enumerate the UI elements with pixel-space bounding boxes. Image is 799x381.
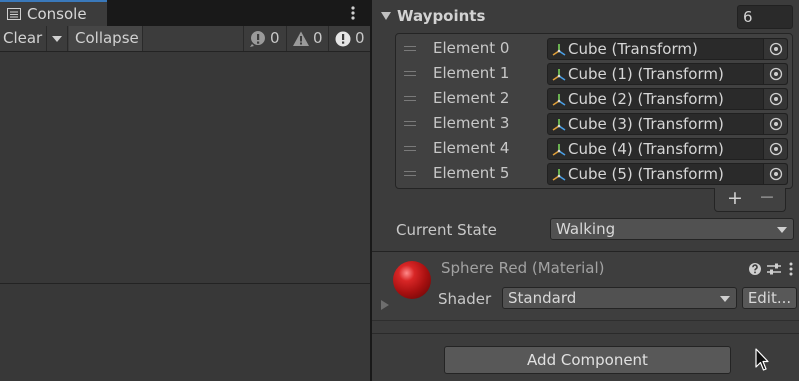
section-divider: [372, 320, 799, 321]
shader-label: Shader: [438, 290, 492, 308]
waypoint-object-value: Cube (2) (Transform): [568, 90, 724, 108]
object-picker-icon: [769, 42, 783, 56]
waypoint-element-label: Element 3: [433, 114, 510, 132]
object-picker-button[interactable]: [763, 89, 787, 109]
object-picker-button[interactable]: [763, 114, 787, 134]
edit-shader-button[interactable]: Edit...: [742, 287, 797, 309]
transform-axes-icon: [552, 69, 566, 81]
transform-axes-icon: [552, 94, 566, 106]
foldout-arrow-icon[interactable]: [381, 12, 391, 20]
list-footer: + −: [714, 186, 786, 212]
drag-handle-icon[interactable]: [404, 96, 416, 101]
transform-axes-icon: [552, 169, 566, 181]
waypoint-row: Element 0 Cube (Transform): [396, 36, 792, 61]
error-icon: [335, 31, 351, 47]
waypoint-element-label: Element 5: [433, 164, 510, 182]
waypoint-object-value: Cube (3) (Transform): [568, 115, 724, 133]
kebab-menu-icon[interactable]: [788, 262, 794, 276]
presets-icon[interactable]: [766, 262, 782, 276]
transform-axes-icon: [552, 119, 566, 131]
waypoint-row: Element 1 Cube (1) (Transform): [396, 61, 792, 86]
waypoint-object-field[interactable]: Cube (3) (Transform): [547, 113, 788, 135]
material-section: Sphere Red (Material) Shader Standard Ed…: [372, 252, 799, 320]
shader-dropdown[interactable]: Standard: [502, 287, 737, 309]
collapse-button[interactable]: Collapse: [69, 26, 143, 51]
clear-options-dropdown[interactable]: [46, 26, 68, 51]
chevron-down-icon: [52, 36, 62, 42]
waypoint-element-label: Element 2: [433, 89, 510, 107]
waypoint-row: Element 4 Cube (4) (Transform): [396, 136, 792, 161]
waypoints-header: Waypoints 6: [372, 0, 799, 32]
current-state-dropdown[interactable]: Walking: [550, 218, 794, 240]
inspector-panel: Waypoints 6 Element 0 Cube (Transform) Ele…: [372, 0, 799, 381]
error-count: 0: [355, 29, 365, 47]
kebab-menu-icon[interactable]: [344, 4, 362, 22]
foldout-arrow-icon[interactable]: [381, 300, 389, 310]
current-state-label: Current State: [396, 221, 497, 239]
console-toolbar: Clear Collapse 0 0 0: [0, 26, 370, 52]
transform-axes-icon: [552, 44, 566, 56]
waypoint-object-field[interactable]: Cube (5) (Transform): [547, 163, 788, 185]
waypoint-object-field[interactable]: Cube (Transform): [547, 38, 788, 60]
log-counter-toggle[interactable]: 0: [243, 26, 286, 51]
info-icon: [250, 31, 265, 47]
waypoint-object-field[interactable]: Cube (4) (Transform): [547, 138, 788, 160]
object-picker-icon: [769, 167, 783, 181]
material-preview-sphere[interactable]: [393, 261, 431, 299]
add-component-button[interactable]: Add Component: [444, 346, 731, 374]
drag-handle-icon[interactable]: [404, 71, 416, 76]
waypoint-object-field[interactable]: Cube (2) (Transform): [547, 88, 788, 110]
add-element-button[interactable]: +: [727, 187, 743, 209]
console-panel: Console Clear Collapse 0 0 0: [0, 0, 370, 381]
material-title: Sphere Red (Material): [441, 259, 605, 277]
chevron-down-icon: [777, 227, 787, 233]
waypoint-row: Element 3 Cube (3) (Transform): [396, 111, 792, 136]
remove-element-button[interactable]: −: [759, 186, 775, 208]
waypoint-object-value: Cube (4) (Transform): [568, 140, 724, 158]
waypoint-element-label: Element 4: [433, 139, 510, 157]
waypoints-size-field[interactable]: 6: [737, 5, 793, 29]
object-picker-button[interactable]: [763, 64, 787, 84]
object-picker-button[interactable]: [763, 139, 787, 159]
drag-handle-icon[interactable]: [404, 121, 416, 126]
waypoint-row: Element 5 Cube (5) (Transform): [396, 161, 792, 186]
waypoints-list: Element 0 Cube (Transform) Element 1 Cube (…: [395, 33, 793, 189]
drag-handle-icon[interactable]: [404, 46, 416, 51]
console-tab-label: Console: [27, 5, 87, 23]
waypoints-title[interactable]: Waypoints: [397, 7, 485, 25]
clear-button[interactable]: Clear: [3, 26, 42, 51]
object-picker-icon: [769, 142, 783, 156]
tab-console[interactable]: Console: [0, 0, 107, 26]
warning-count: 0: [313, 29, 323, 47]
console-tab-bar: Console: [0, 0, 370, 26]
waypoint-object-value: Cube (Transform): [568, 40, 698, 58]
object-picker-icon: [769, 67, 783, 81]
waypoint-object-value: Cube (5) (Transform): [568, 165, 724, 183]
current-state-value: Walking: [556, 220, 616, 238]
waypoint-row: Element 2 Cube (2) (Transform): [396, 86, 792, 111]
object-picker-icon: [769, 92, 783, 106]
mouse-cursor-icon: [755, 348, 769, 371]
waypoint-element-label: Element 0: [433, 39, 510, 57]
waypoint-object-value: Cube (1) (Transform): [568, 65, 724, 83]
transform-axes-icon: [552, 144, 566, 156]
object-picker-button[interactable]: [763, 164, 787, 184]
log-count: 0: [270, 29, 280, 47]
object-picker-button[interactable]: [763, 39, 787, 59]
console-split-divider[interactable]: [0, 283, 370, 284]
object-picker-icon: [769, 117, 783, 131]
warning-icon: [293, 31, 309, 46]
waypoint-object-field[interactable]: Cube (1) (Transform): [547, 63, 788, 85]
warning-counter-toggle[interactable]: 0: [286, 26, 328, 51]
error-counter-toggle[interactable]: 0: [328, 26, 370, 51]
help-icon[interactable]: [748, 262, 762, 276]
drag-handle-icon[interactable]: [404, 171, 416, 176]
shader-value: Standard: [508, 289, 577, 307]
drag-handle-icon[interactable]: [404, 146, 416, 151]
chevron-down-icon: [720, 296, 730, 302]
section-divider: [372, 333, 799, 334]
console-list-icon: [7, 8, 21, 20]
waypoint-element-label: Element 1: [433, 64, 510, 82]
